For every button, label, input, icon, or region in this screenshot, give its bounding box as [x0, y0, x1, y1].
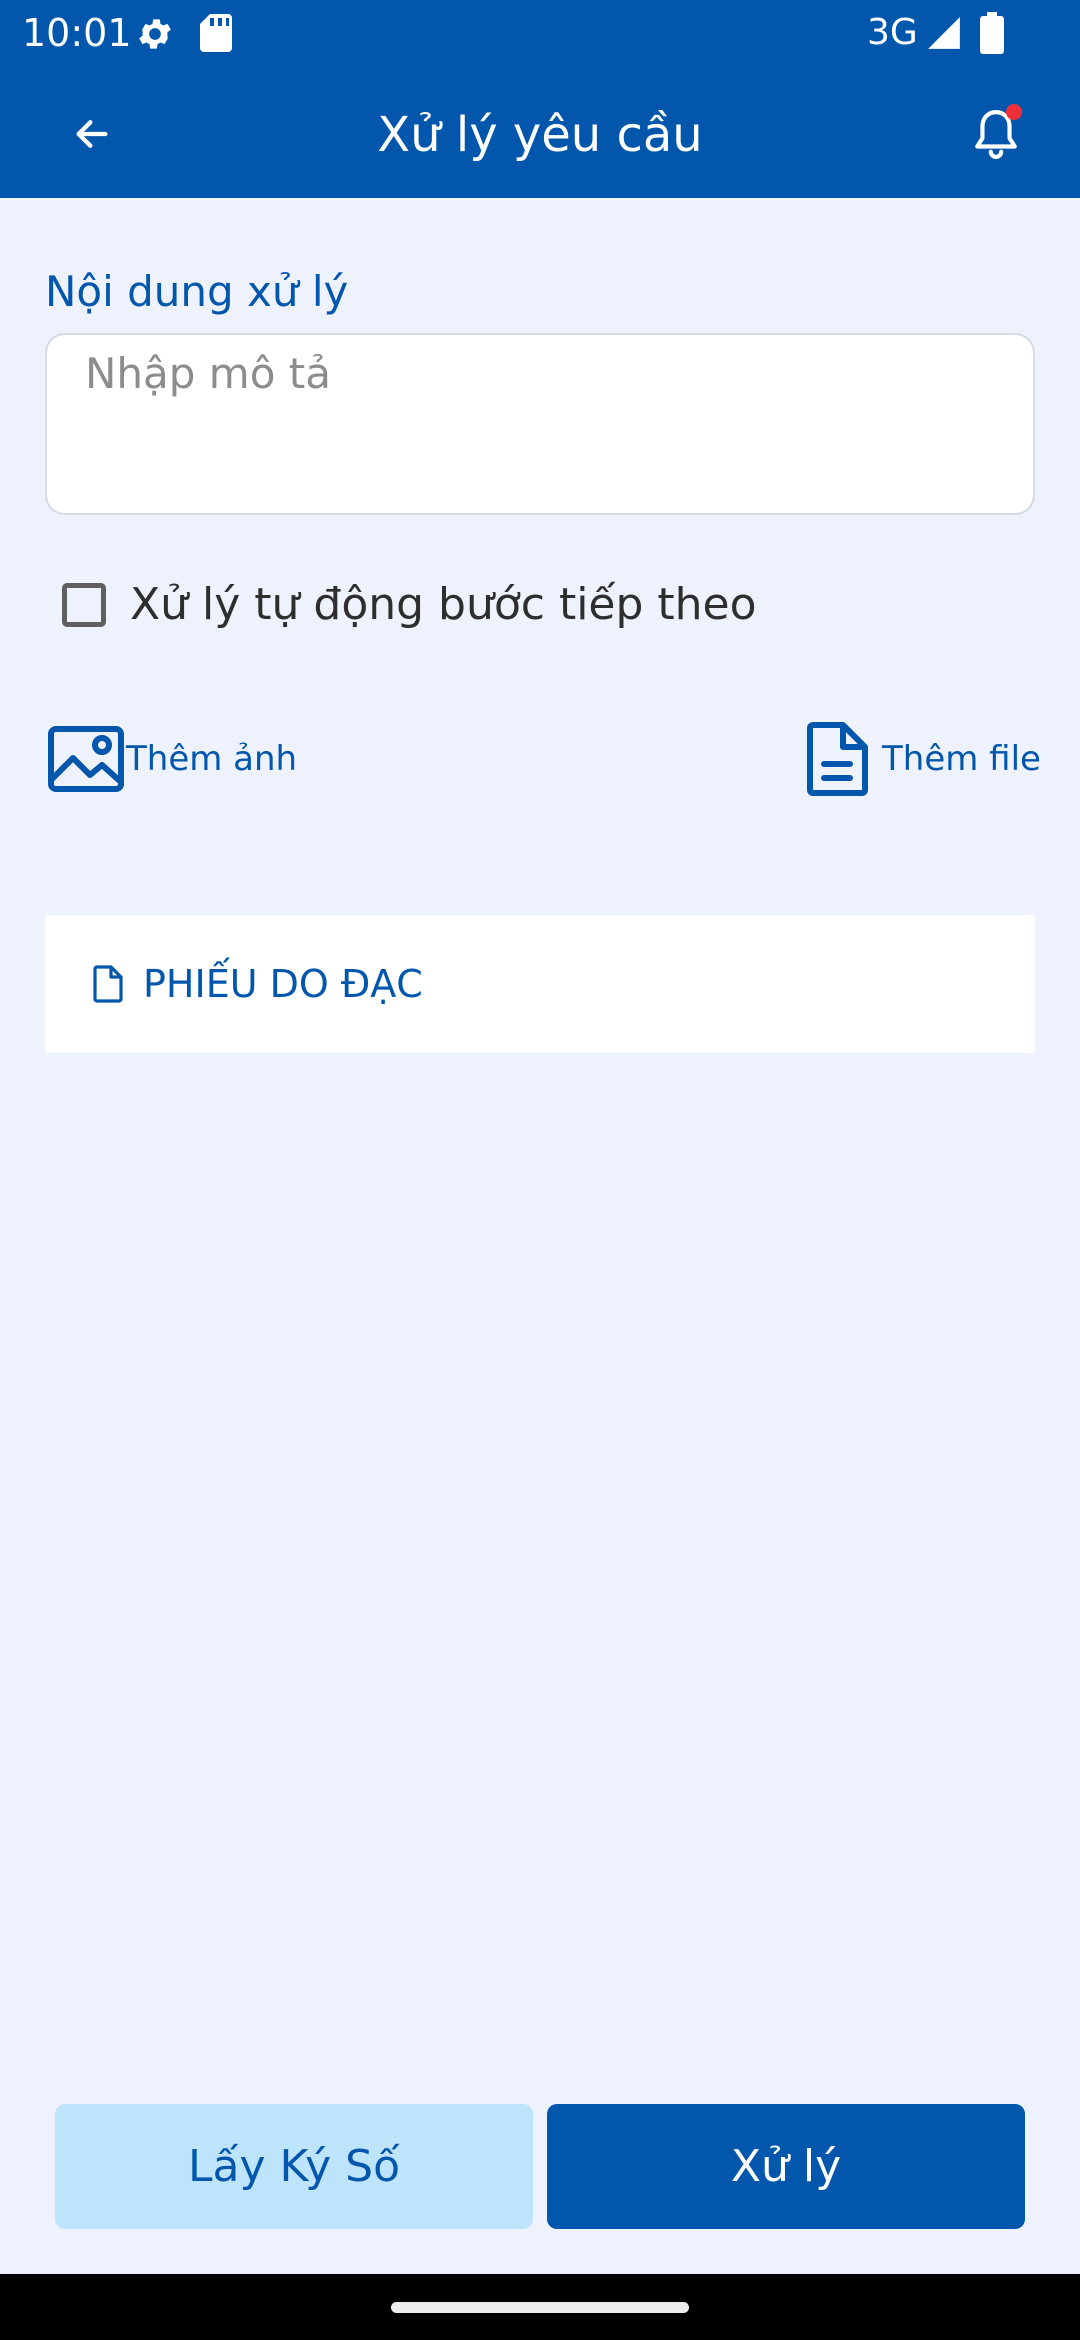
page-title: Xử lý yêu cầu	[377, 107, 703, 163]
description-input[interactable]	[45, 333, 1035, 515]
document-item[interactable]: PHIẾU DO ĐẠC	[45, 915, 1035, 1053]
add-image-label: Thêm ảnh	[126, 739, 298, 779]
add-file-button[interactable]: Thêm file	[806, 722, 1041, 796]
document-label: PHIẾU DO ĐẠC	[143, 962, 423, 1006]
navigation-bar	[0, 2274, 1080, 2340]
network-type: 3G	[867, 12, 918, 53]
process-button[interactable]: Xử lý	[547, 2104, 1025, 2229]
signal-icon	[928, 17, 960, 49]
checkbox-box[interactable]	[62, 583, 106, 627]
notification-button[interactable]	[960, 98, 1032, 170]
content-label: Nội dung xử lý	[45, 267, 349, 316]
get-digital-signature-button[interactable]: Lấy Ký Số	[55, 2104, 533, 2229]
auto-next-step-label: Xử lý tự động bước tiếp theo	[130, 579, 757, 630]
status-time: 10:01	[22, 11, 132, 55]
status-bar: 10:01 3G	[0, 0, 1080, 66]
settings-icon	[139, 19, 171, 49]
file-icon	[93, 965, 123, 1003]
add-image-button[interactable]: Thêm ảnh	[48, 726, 297, 792]
home-indicator[interactable]	[391, 2302, 689, 2313]
document-icon	[807, 722, 868, 796]
notification-badge	[1006, 104, 1022, 120]
battery-icon	[980, 12, 1004, 54]
image-icon	[48, 726, 124, 792]
app-bar: 10:01 3G Xử lý yêu cầu	[0, 0, 1080, 198]
auto-next-step-checkbox[interactable]: Xử lý tự động bước tiếp theo	[62, 575, 757, 635]
add-file-label: Thêm file	[882, 739, 1041, 779]
sd-card-icon	[200, 14, 232, 52]
